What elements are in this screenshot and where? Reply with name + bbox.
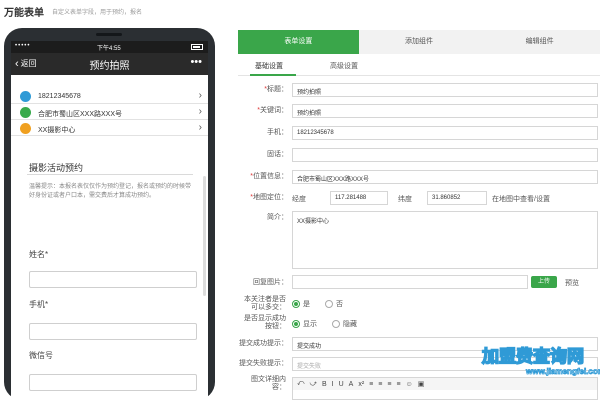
subtab-basic[interactable]: 基础设置 [255, 61, 283, 71]
page-header: 万能表单 自定义表单字段，用于预约，报名 [0, 0, 600, 24]
radio-yes[interactable]: 是 [292, 299, 310, 309]
signal-icon: ••••• [15, 43, 31, 49]
address-label: *位置信息： [250, 173, 288, 180]
scrollbar[interactable] [203, 176, 206, 296]
activity-title: 摄影活动预约 [29, 163, 84, 173]
content-label: 图文详细内容： [251, 376, 286, 391]
keyword-label: *关键词： [257, 107, 288, 114]
show-button-label: 是否显示成功按钮： [244, 315, 286, 330]
name-input[interactable] [29, 271, 197, 288]
phone-screen: ••••• 下午4:55 ‹ 返回 预约拍照 ••• 18212345678 ›… [11, 41, 208, 400]
title-label: *标题： [264, 86, 288, 93]
title-input[interactable]: 预约拍照 [292, 83, 598, 97]
phone-label: 手机： [267, 129, 288, 136]
radio-button [292, 320, 300, 328]
tab-add-component[interactable]: 添加组件 [358, 30, 480, 54]
field-label-mobile: 手机* [29, 300, 49, 309]
sub-tabs: 基础设置 高级设置 [238, 56, 600, 76]
status-bar: ••••• 下午4:55 [11, 41, 208, 53]
phone-preview: ••••• 下午4:55 ‹ 返回 预约拍照 ••• 18212345678 ›… [4, 28, 215, 400]
radio-button [292, 300, 300, 308]
landline-input[interactable] [292, 148, 598, 162]
upload-button[interactable]: 上传 [531, 276, 557, 288]
intro-textarea[interactable]: XX摄影中心 [292, 211, 598, 269]
main-tabs: 表单设置 添加组件 编辑组件 [238, 30, 600, 54]
success-msg-label: 提交成功提示： [239, 340, 288, 347]
longitude-label: 经度 [292, 196, 306, 203]
tab-edit-component[interactable]: 编辑组件 [479, 30, 600, 54]
multi-submit-label: 本关注者是否可以多交： [244, 296, 286, 311]
image-icon[interactable]: ▣ [418, 380, 425, 388]
info-row-text: 18212345678 [38, 93, 81, 100]
active-subtab-indicator [250, 74, 296, 76]
landline-label: 固话： [267, 151, 288, 158]
latitude-input[interactable]: 31.860852 [427, 191, 487, 205]
radio-button [332, 320, 340, 328]
chevron-right-icon: › [198, 122, 202, 133]
cover-image-input[interactable] [292, 275, 528, 289]
radio-show[interactable]: 显示 [292, 319, 317, 329]
address-input[interactable]: 合肥市蜀山区XXX路XXX号 [292, 170, 598, 184]
page-description: 自定义表单字段，用于预约，报名 [52, 10, 143, 16]
map-link[interactable]: 在地图中查看/设置 [492, 194, 550, 204]
align-left-icon[interactable]: ≡ [369, 381, 373, 388]
intro-label: 简介： [267, 214, 288, 221]
field-label-wechat: 微信号 [29, 351, 53, 360]
italic-icon[interactable]: I [332, 381, 334, 388]
radio-hide[interactable]: 隐藏 [332, 319, 357, 329]
info-row-location[interactable]: 合肥市蜀山区XXX路XXX号 › [11, 105, 208, 120]
keyword-input[interactable]: 预约拍照 [292, 104, 598, 118]
geo-label: *地图定位： [250, 194, 288, 201]
subtab-advanced[interactable]: 高级设置 [330, 61, 358, 71]
watermark-logo: 加盟费查询网 [481, 346, 585, 367]
watermark-url: www.jiamengfei.com [526, 367, 600, 377]
bold-icon[interactable]: B [322, 381, 327, 388]
align-center-icon[interactable]: ≡ [378, 381, 382, 388]
tab-form-settings[interactable]: 表单设置 [238, 30, 359, 54]
page-title: 万能表单 [4, 8, 44, 19]
chevron-right-icon: › [198, 106, 202, 117]
battery-icon [191, 44, 203, 50]
font-color-icon[interactable]: A [349, 381, 354, 388]
underline-icon[interactable]: U [339, 381, 344, 388]
emoji-icon[interactable]: ☺ [406, 381, 413, 388]
chevron-right-icon: › [198, 90, 202, 101]
superscript-icon[interactable]: x² [358, 381, 364, 388]
radio-button [325, 300, 333, 308]
field-label-name: 姓名* [29, 250, 49, 259]
radio-no[interactable]: 否 [325, 299, 343, 309]
pencil-icon [20, 123, 31, 134]
divider [27, 174, 193, 175]
redo-icon[interactable]: ⤻ [309, 380, 316, 388]
status-time: 下午4:55 [97, 46, 121, 52]
longitude-input[interactable]: 117.281488 [330, 191, 388, 205]
info-row-text: XX摄影中心 [38, 127, 76, 134]
notice-text: 温馨提示：本报名表仅仅作为预约登记，报名或预约的时候带好身份证或者户口本，需交费… [29, 184, 192, 199]
phone-icon [20, 91, 31, 102]
justify-icon[interactable]: ≡ [396, 381, 400, 388]
phone-nav-bar: ‹ 返回 预约拍照 ••• [11, 53, 208, 75]
location-icon [20, 107, 31, 118]
fail-msg-label: 提交失败提示： [239, 360, 288, 367]
watermark: 加盟费查询网 www.jiamengfei.com [480, 340, 600, 380]
align-right-icon[interactable]: ≡ [387, 381, 391, 388]
info-row-studio[interactable]: XX摄影中心 › [11, 121, 208, 136]
editor-body[interactable] [292, 390, 598, 400]
wechat-input[interactable] [29, 374, 197, 391]
latitude-label: 纬度 [398, 196, 412, 203]
phone-nav-title: 预约拍照 [89, 61, 130, 72]
info-row-text: 合肥市蜀山区XXX路XXX号 [38, 111, 123, 118]
mobile-input[interactable] [29, 323, 197, 340]
preview-button[interactable]: 预览 [565, 278, 579, 288]
info-row-phone[interactable]: 18212345678 › [11, 89, 208, 104]
phone-input[interactable]: 18212345678 [292, 126, 598, 140]
undo-icon[interactable]: ⤺ [297, 380, 304, 388]
phone-speaker [96, 33, 122, 36]
more-icon[interactable]: ••• [190, 56, 202, 68]
cover-label: 回复图片： [253, 279, 288, 286]
